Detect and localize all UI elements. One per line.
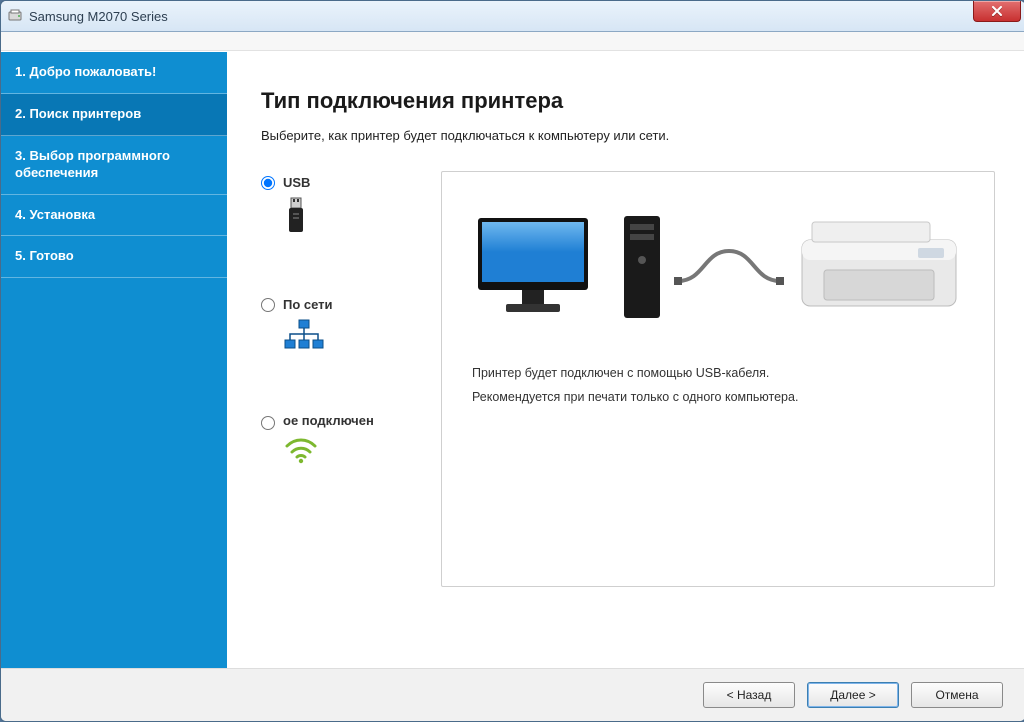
- option-usb-label[interactable]: USB: [261, 175, 310, 190]
- sub-titlebar: [1, 32, 1024, 51]
- option-wireless-label[interactable]: ое подключен: [261, 413, 374, 430]
- step-finish[interactable]: 5. Готово: [1, 236, 227, 278]
- cable-icon: [674, 237, 784, 297]
- window-controls: [973, 1, 1021, 22]
- connection-choice-row: USB: [261, 171, 995, 587]
- title-bar: Samsung M2070 Series: [1, 1, 1024, 32]
- usb-icon: [283, 196, 309, 239]
- monitor-icon: [472, 212, 602, 322]
- printer-icon: [794, 212, 964, 322]
- step-install[interactable]: 4. Установка: [1, 195, 227, 237]
- connection-options: USB: [261, 171, 441, 467]
- step-welcome[interactable]: 1. Добро пожаловать!: [1, 52, 227, 94]
- next-button[interactable]: Далее >: [807, 682, 899, 708]
- page-title: Тип подключения принтера: [261, 88, 995, 114]
- option-wireless[interactable]: ое подключен: [261, 413, 441, 467]
- window-title: Samsung M2070 Series: [29, 9, 168, 24]
- usb-illustration: [472, 212, 964, 322]
- main-panel: Тип подключения принтера Выберите, как п…: [227, 52, 1024, 668]
- info-text: Принтер будет подключен с помощью USB-ка…: [472, 362, 964, 410]
- sidebar: 1. Добро пожаловать! 2. Поиск принтеров …: [1, 52, 227, 668]
- close-button[interactable]: [973, 1, 1021, 22]
- body: 1. Добро пожаловать! 2. Поиск принтеров …: [1, 51, 1024, 668]
- radio-network[interactable]: [261, 298, 275, 312]
- option-network-label[interactable]: По сети: [261, 297, 333, 312]
- radio-wireless[interactable]: [261, 416, 275, 430]
- option-network[interactable]: По сети: [261, 297, 441, 355]
- info-line-2: Рекомендуется при печати только с одного…: [472, 386, 964, 410]
- radio-usb[interactable]: [261, 176, 275, 190]
- step-search-printers[interactable]: 2. Поиск принтеров: [1, 94, 227, 136]
- installer-window: Samsung M2070 Series 1. Добро пожаловать…: [0, 0, 1024, 722]
- back-button[interactable]: < Назад: [703, 682, 795, 708]
- info-panel: Принтер будет подключен с помощью USB-ка…: [441, 171, 995, 587]
- pc-tower-icon: [620, 212, 664, 322]
- app-icon: [7, 8, 23, 24]
- step-select-software[interactable]: 3. Выбор программного обеспечения: [1, 136, 227, 195]
- footer: < Назад Далее > Отмена: [1, 668, 1024, 721]
- option-network-text: По сети: [283, 297, 333, 312]
- network-icon: [283, 318, 325, 355]
- wifi-icon: [283, 436, 319, 467]
- option-usb-text: USB: [283, 175, 310, 190]
- info-line-1: Принтер будет подключен с помощью USB-ка…: [472, 362, 964, 386]
- page-subtitle: Выберите, как принтер будет подключаться…: [261, 128, 995, 143]
- option-wireless-text: ое подключен: [283, 413, 374, 428]
- option-usb[interactable]: USB: [261, 175, 441, 239]
- cancel-button[interactable]: Отмена: [911, 682, 1003, 708]
